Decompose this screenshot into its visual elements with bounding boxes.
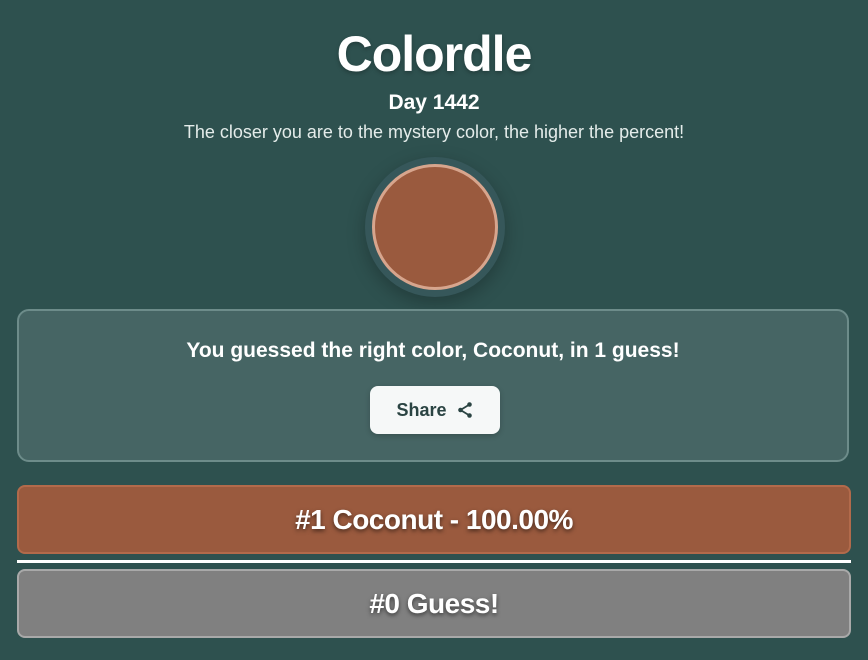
share-icon xyxy=(457,402,472,418)
current-guess-row[interactable]: #0 Guess! xyxy=(17,569,851,638)
mystery-color-swatch xyxy=(372,164,498,290)
result-message: You guessed the right color, Coconut, in… xyxy=(186,339,680,362)
day-label: Day 1442 xyxy=(388,91,480,114)
instructions-text: The closer you are to the mystery color,… xyxy=(183,122,685,142)
result-panel: You guessed the right color, Coconut, in… xyxy=(17,309,849,462)
guess-row: #1 Coconut - 100.00% xyxy=(17,485,851,554)
share-button-label: Share xyxy=(396,399,447,420)
share-button[interactable]: Share xyxy=(370,386,500,434)
divider xyxy=(17,560,851,563)
mystery-color-ring xyxy=(365,157,505,297)
game-title: Colordle xyxy=(336,26,533,82)
